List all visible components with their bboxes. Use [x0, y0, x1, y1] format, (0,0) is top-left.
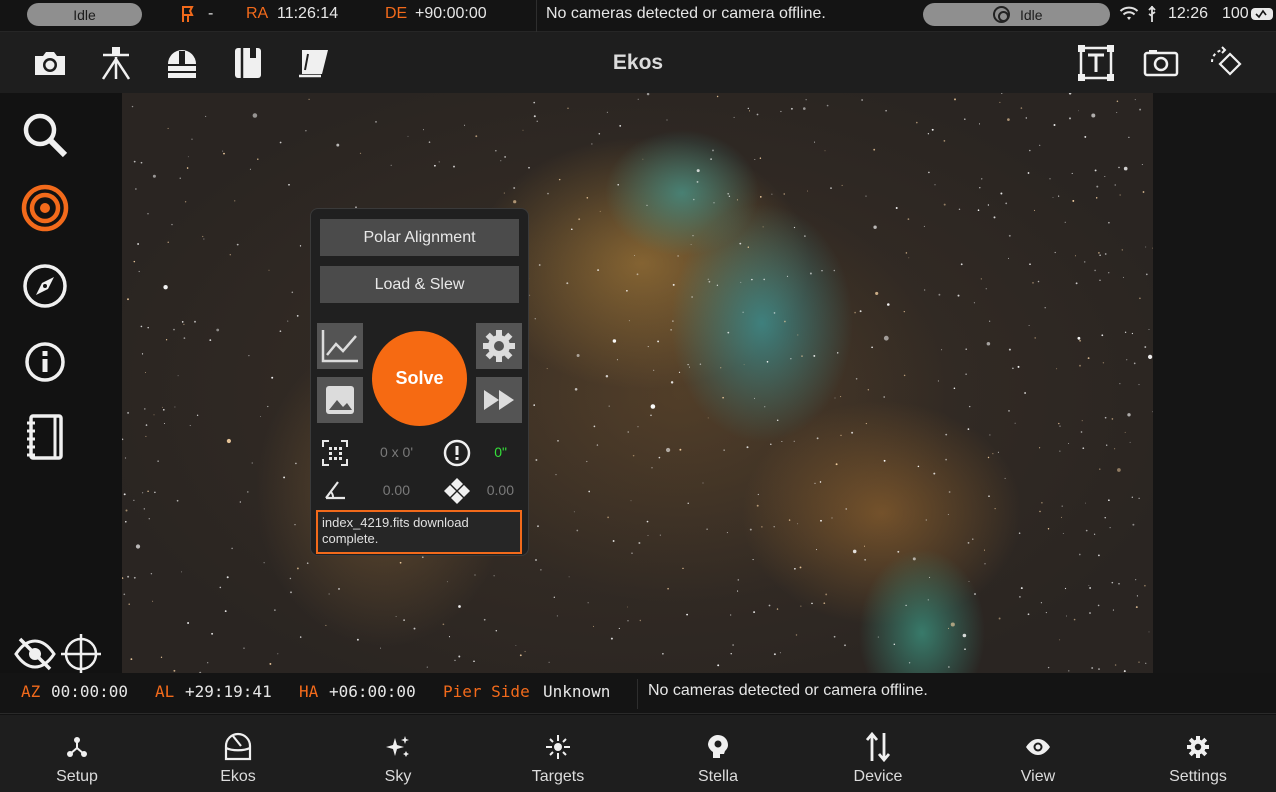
nav-targets[interactable]: Targets	[493, 715, 623, 792]
bottom-nav: Setup Ekos Sky Targets Stella Device Vie…	[0, 715, 1276, 792]
mount-status-pill[interactable]: Idle	[27, 3, 142, 26]
pier-side-label: Pier Side	[443, 682, 530, 701]
right-gutter	[1153, 93, 1276, 673]
target-icon	[993, 6, 1010, 23]
al-value: +29:19:41	[185, 682, 272, 701]
pier-side-value: Unknown	[543, 682, 611, 701]
fast-forward-icon[interactable]	[476, 377, 522, 423]
nav-view[interactable]: View	[973, 715, 1103, 792]
crosshair-icon[interactable]	[60, 633, 102, 675]
ha-value: +06:00:00	[329, 682, 416, 701]
nav-settings-label: Settings	[1169, 768, 1227, 785]
az-label: AZ	[21, 682, 41, 701]
nav-device[interactable]: Device	[813, 715, 943, 792]
wifi-icon	[1119, 6, 1139, 27]
fits-image-view[interactable]	[122, 93, 1153, 673]
text-overlay-icon[interactable]	[1076, 44, 1116, 82]
nav-setup[interactable]: Setup	[12, 715, 142, 792]
ra-label: RA	[246, 5, 269, 22]
az-value: 00:00:00	[51, 682, 129, 701]
de-label: DE	[385, 5, 408, 22]
target-rings-icon[interactable]	[20, 183, 70, 233]
nav-ekos-label: Ekos	[220, 768, 256, 785]
device-icon	[813, 731, 943, 763]
battery-level: 100	[1222, 5, 1249, 22]
toolbar: Ekos	[0, 32, 1276, 93]
status-divider	[536, 0, 537, 32]
polar-alignment-button[interactable]: Polar Alignment	[320, 219, 519, 256]
hide-overlay-icon[interactable]	[14, 633, 56, 675]
view-icon	[973, 732, 1103, 762]
info-icon[interactable]	[20, 337, 70, 387]
setup-icon	[12, 732, 142, 762]
status-bar: Idle - RA 11:26:14 DE +90:00:00 No camer…	[0, 0, 1276, 32]
stella-icon	[653, 732, 783, 762]
nav-sky-label: Sky	[384, 768, 412, 785]
solve-button[interactable]: Solve	[372, 331, 467, 426]
logbook-icon[interactable]	[20, 412, 70, 462]
capture-frame-icon[interactable]	[1141, 44, 1181, 82]
nav-settings[interactable]: Settings	[1133, 715, 1263, 792]
targets-icon	[493, 732, 623, 762]
usb-icon	[1146, 5, 1158, 28]
nav-setup-label: Setup	[56, 768, 98, 785]
compass-icon[interactable]	[20, 261, 70, 311]
capture-status-pill[interactable]: Idle	[923, 3, 1110, 26]
park-status: -	[208, 5, 214, 22]
info-divider	[637, 679, 638, 709]
mount-status-label: Idle	[73, 6, 96, 23]
settings-icon	[1133, 732, 1263, 762]
align-panel: Polar Alignment Load & Slew Solve 0 x 0'…	[310, 208, 529, 556]
nav-targets-label: Targets	[531, 768, 585, 785]
rotation-angle-icon	[323, 479, 347, 506]
ekos-icon	[173, 732, 303, 762]
info-camera-message: No cameras detected or camera offline.	[648, 682, 928, 699]
nav-view-label: View	[1020, 768, 1056, 785]
error-value: 0"	[494, 444, 507, 460]
ha-label: HA	[299, 682, 319, 701]
nav-stella-label: Stella	[697, 768, 739, 785]
battery-icon	[1250, 7, 1274, 26]
nav-device-label: Device	[853, 768, 903, 785]
camera-status-message: No cameras detected or camera offline.	[546, 5, 826, 22]
pixel-scale-value: 0.00	[486, 482, 514, 498]
chart-icon[interactable]	[317, 323, 363, 369]
load-slew-button[interactable]: Load & Slew	[320, 266, 519, 303]
nav-stella[interactable]: Stella	[653, 715, 783, 792]
left-rail	[0, 93, 122, 673]
capture-status-label: Idle	[1020, 6, 1043, 23]
clock: 12:26	[1168, 5, 1209, 22]
rotate-icon[interactable]	[1206, 44, 1246, 82]
rotation-value: 0.00	[382, 482, 410, 498]
sky-icon	[333, 732, 463, 762]
park-icon	[180, 4, 198, 29]
info-bar: AZ 00:00:00 AL +29:19:41 HA +06:00:00 Pi…	[0, 673, 1276, 714]
field-of-view-icon	[322, 440, 348, 471]
gear-icon[interactable]	[476, 323, 522, 369]
status-log: index_4219.fits download complete.	[316, 510, 522, 554]
nav-sky[interactable]: Sky	[333, 715, 463, 792]
de-value: +90:00:00	[415, 5, 487, 22]
star-field	[122, 93, 1153, 673]
ra-value: 11:26:14	[277, 5, 339, 22]
search-icon[interactable]	[20, 110, 70, 160]
nav-ekos[interactable]: Ekos	[173, 715, 303, 792]
image-icon[interactable]	[317, 377, 363, 423]
field-of-view-value: 0 x 0'	[379, 444, 413, 460]
al-label: AL	[155, 682, 175, 701]
